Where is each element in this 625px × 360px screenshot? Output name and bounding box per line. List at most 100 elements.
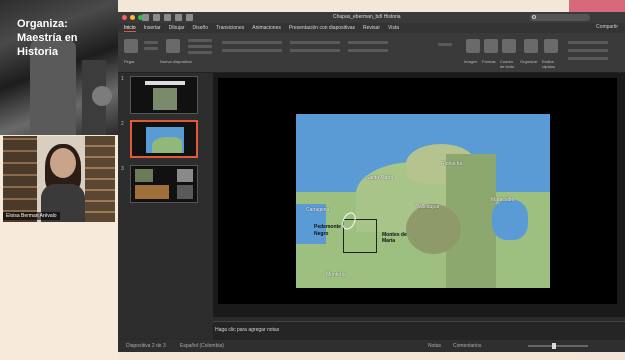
current-slide[interactable]: Santa Marta Cartagena Riohacha Maracaibo… <box>218 78 617 304</box>
shape-fill[interactable] <box>568 41 608 44</box>
label-monteria: Montería <box>326 272 346 278</box>
tab-revisar[interactable]: Revisar <box>363 25 380 31</box>
image-icon[interactable] <box>466 39 480 53</box>
paragraph-row-1[interactable] <box>290 41 340 44</box>
language-indicator[interactable]: Español (Colombia) <box>180 343 224 349</box>
arrange-label: Organizar <box>520 59 538 64</box>
person-figure <box>92 86 112 106</box>
thumb-photo-2 <box>177 169 193 182</box>
label-pedemonte: Pedemonte <box>314 224 341 230</box>
more-icon[interactable] <box>186 14 193 21</box>
quick-styles-label: Estilos rápidos <box>542 59 556 69</box>
slide-count: Diapositiva 2 de 3 <box>126 343 166 349</box>
thumb-photo-4 <box>177 185 193 199</box>
new-slide-icon[interactable] <box>166 39 180 53</box>
textbox-icon[interactable] <box>502 39 516 53</box>
design-ideas[interactable] <box>568 57 608 60</box>
paste-icon[interactable] <box>124 39 138 53</box>
layout-button[interactable] <box>188 39 212 42</box>
tab-transiciones[interactable]: Transiciones <box>216 25 244 31</box>
ribbon-tabs: Inicio Insertar Dibujar Diseño Transiciones A… <box>118 23 625 33</box>
search-icon <box>532 15 536 19</box>
tab-presentaci-n-con-diapositivas[interactable]: Presentación con diapositivas <box>289 25 355 31</box>
label-cartagena: Cartagena <box>306 207 330 213</box>
close-window-icon[interactable] <box>122 15 127 20</box>
thumb-map <box>146 127 184 153</box>
search-input[interactable] <box>530 14 590 21</box>
image-label: Imagen <box>464 59 478 64</box>
slide-thumbnails: 1 2 3 <box>118 73 213 338</box>
font-format-row[interactable] <box>222 49 282 52</box>
slide-editor[interactable]: Santa Marta Cartagena Riohacha Maracaibo… <box>213 73 625 317</box>
align-text[interactable] <box>348 49 388 52</box>
save-icon[interactable] <box>153 14 160 21</box>
lake-maracaibo <box>492 200 528 240</box>
presenter-video <box>3 136 115 222</box>
organizer-title: Organiza: Maestría en Historia <box>17 17 118 59</box>
zoom-slider-knob[interactable] <box>552 343 556 349</box>
label-santa-marta: Santa Marta <box>366 175 394 181</box>
minimize-window-icon[interactable] <box>130 15 135 20</box>
map-image[interactable]: Santa Marta Cartagena Riohacha Maracaibo… <box>296 114 550 288</box>
presenter-face <box>50 148 76 178</box>
slide-thumbnail-2[interactable] <box>130 120 198 158</box>
slide-thumbnail-1[interactable] <box>130 76 198 114</box>
thumb-image <box>153 88 177 110</box>
notes-placeholder: Haga clic para agregar notas <box>215 327 280 333</box>
reset-button[interactable] <box>188 45 212 48</box>
label-maracaibo: Maracaibo <box>491 197 515 203</box>
tab-insertar[interactable]: Insertar <box>144 25 161 31</box>
presenter-panel: Organiza: Maestría en Historia Eloisa Be… <box>0 0 118 360</box>
paste-label: Pegar <box>124 59 135 64</box>
status-bar: Diapositiva 2 de 3 Español (Colombia) No… <box>118 340 625 352</box>
label-riohacha: Riohacha <box>441 161 463 167</box>
label-negro: Negro <box>314 231 329 237</box>
redo-icon[interactable] <box>175 14 182 21</box>
zoom-slider[interactable] <box>528 343 588 349</box>
shapes-label: Formas <box>482 59 496 64</box>
shape-outline[interactable] <box>568 49 608 52</box>
label-montes-de-maria: Montes de María <box>382 232 407 244</box>
cut-button[interactable] <box>144 41 158 44</box>
slide-number-3: 3 <box>121 166 124 172</box>
label-valledupar: Valledupar <box>416 204 440 210</box>
ribbon-toolbar: Pegar Nueva diapositiva Imagen Formas Cu… <box>118 33 625 73</box>
arrange-icon[interactable] <box>524 39 538 53</box>
powerpoint-window: Chapas_eberman_bdl Historia Inicio Insert… <box>118 12 625 352</box>
tab-vista[interactable]: Vista <box>388 25 399 31</box>
comments-button[interactable]: Comentarios <box>453 343 481 349</box>
share-button[interactable]: Compartir <box>596 24 618 30</box>
thumb-photo-1 <box>135 169 153 182</box>
textbox-label: Cuadro de texto <box>500 59 515 69</box>
thumb-title-text <box>145 81 185 85</box>
convert-smartart[interactable] <box>438 43 452 46</box>
home-icon[interactable] <box>142 14 149 21</box>
thumb-photo-3 <box>135 185 169 199</box>
text-direction[interactable] <box>348 41 388 44</box>
bookshelf-left <box>3 136 37 222</box>
organizer-line-1: Organiza: <box>17 18 68 30</box>
window-controls <box>122 15 143 20</box>
copy-button[interactable] <box>144 47 158 50</box>
paragraph-row-2[interactable] <box>290 49 340 52</box>
undo-icon[interactable] <box>164 14 171 21</box>
font-select[interactable] <box>222 41 282 44</box>
bookshelf-right <box>85 136 115 222</box>
tab-animaciones[interactable]: Animaciones <box>252 25 281 31</box>
shapes-icon[interactable] <box>484 39 498 53</box>
tab-dibujar[interactable]: Dibujar <box>169 25 185 31</box>
thumb-map-land <box>152 137 182 153</box>
section-button[interactable] <box>188 51 212 54</box>
quick-styles-icon[interactable] <box>544 39 558 53</box>
slide-number-1: 1 <box>121 76 124 82</box>
notes-button[interactable]: Notas <box>428 343 441 349</box>
slide-thumbnail-3[interactable] <box>130 165 198 203</box>
notes-pane[interactable]: Haga clic para agregar notas <box>213 321 625 340</box>
slide-number-2: 2 <box>121 121 124 127</box>
tab-inicio[interactable]: Inicio <box>124 25 136 32</box>
mountain-range <box>406 204 461 254</box>
new-slide-label: Nueva diapositiva <box>160 59 192 64</box>
quick-access-toolbar <box>142 14 193 21</box>
document-title: Chapas_eberman_bdl Historia <box>333 14 401 20</box>
tab-dise-o[interactable]: Diseño <box>192 25 208 31</box>
